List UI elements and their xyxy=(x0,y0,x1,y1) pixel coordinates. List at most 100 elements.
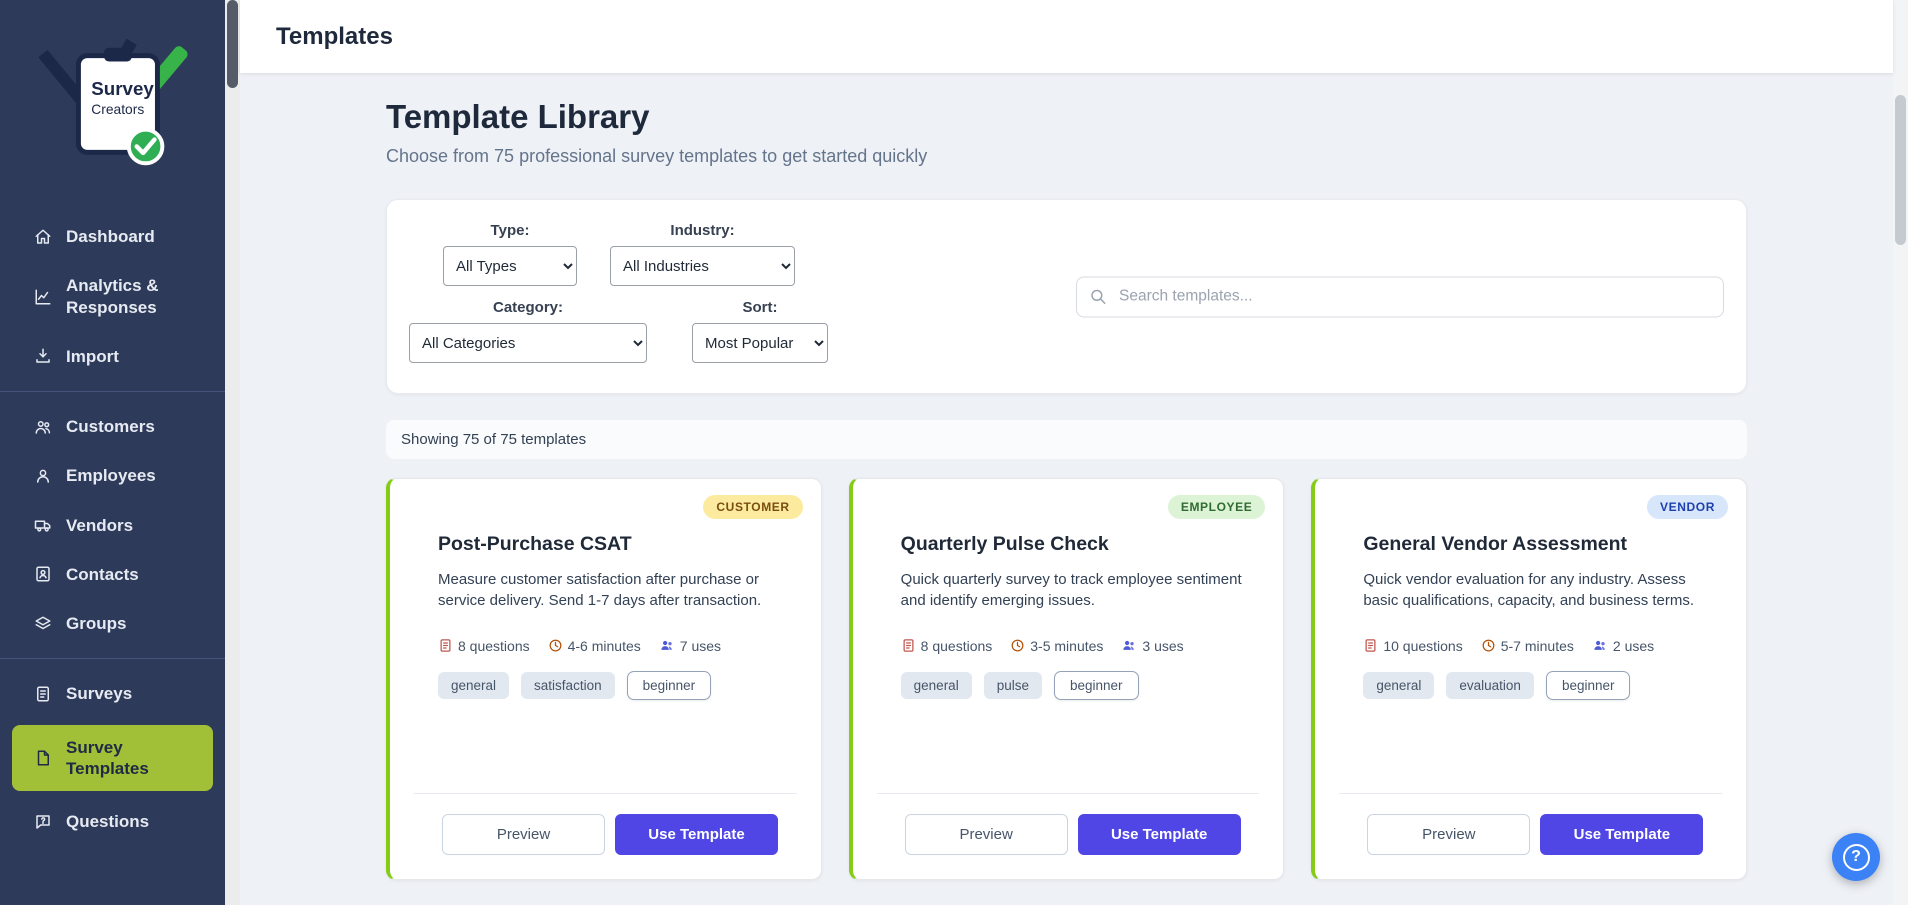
sort-select[interactable]: Most Popular xyxy=(692,323,828,363)
questions-icon xyxy=(438,638,453,653)
sidebar-item-survey-templates[interactable]: Survey Templates xyxy=(12,725,213,792)
uses-people-icon xyxy=(1121,638,1137,653)
search-input[interactable] xyxy=(1076,276,1724,317)
sidebar-item-label: Customers xyxy=(66,416,155,437)
questions-count: 8 questions xyxy=(921,638,993,654)
tag: evaluation xyxy=(1446,672,1534,699)
type-filter: Type: All Types xyxy=(443,222,577,286)
scrollbar-thumb[interactable] xyxy=(1895,95,1906,245)
sidebar-item-label: Surveys xyxy=(66,683,132,704)
uses-meta: 3 uses xyxy=(1121,638,1183,654)
use-template-button[interactable]: Use Template xyxy=(1078,814,1241,855)
import-icon xyxy=(34,347,52,365)
template-library-subtitle: Choose from 75 professional survey templ… xyxy=(386,145,1747,167)
tag: general xyxy=(1363,672,1434,699)
uses-people-icon xyxy=(659,638,675,653)
sidebar-item-analytics-responses[interactable]: Analytics & Responses xyxy=(0,261,225,332)
sidebar-scrollbar[interactable] xyxy=(225,0,240,905)
sidebar-item-label: Dashboard xyxy=(66,226,155,247)
sidebar-item-import[interactable]: Import xyxy=(0,332,225,381)
duration-meta: 4-6 minutes xyxy=(548,638,641,654)
app-window: Survey Creators Dashboard Analytics & Re… xyxy=(0,0,1908,905)
template-title: General Vendor Assessment xyxy=(1363,533,1720,556)
topbar: Templates xyxy=(240,0,1893,73)
sidebar-item-questions[interactable]: Questions xyxy=(0,797,225,846)
clock-icon xyxy=(548,638,563,653)
users-icon xyxy=(34,418,52,436)
search-box xyxy=(1076,276,1724,317)
sidebar-item-groups[interactable]: Groups xyxy=(0,599,225,648)
questions-count: 8 questions xyxy=(458,638,530,654)
contacts-icon xyxy=(34,565,52,583)
duration-value: 3-5 minutes xyxy=(1030,638,1103,654)
tag: general xyxy=(901,672,972,699)
template-card: EMPLOYEE Quarterly Pulse Check Quick qua… xyxy=(849,478,1285,880)
questions-count: 10 questions xyxy=(1383,638,1462,654)
tag: pulse xyxy=(984,672,1042,699)
clock-icon xyxy=(1481,638,1496,653)
duration-value: 5-7 minutes xyxy=(1501,638,1574,654)
sidebar-item-label: Questions xyxy=(66,811,149,832)
sidebar-item-employees[interactable]: Employees xyxy=(0,451,225,500)
sidebar-divider xyxy=(0,391,225,392)
category-select[interactable]: All Categories xyxy=(409,323,647,363)
industry-select[interactable]: All Industries xyxy=(610,246,795,286)
questions-icon xyxy=(1363,638,1378,653)
preview-button[interactable]: Preview xyxy=(442,814,605,855)
type-select[interactable]: All Types xyxy=(443,246,577,286)
results-summary: Showing 75 of 75 templates xyxy=(401,431,586,448)
main-area: Templates Template Library Choose from 7… xyxy=(240,0,1893,905)
uses-count: 2 uses xyxy=(1613,638,1654,654)
level-tag: beginner xyxy=(627,671,712,700)
questions-meta: 8 questions xyxy=(901,638,993,654)
questions-meta: 10 questions xyxy=(1363,638,1462,654)
sidebar-item-label: Vendors xyxy=(66,515,133,536)
template-card: CUSTOMER Post-Purchase CSAT Measure cust… xyxy=(386,478,822,880)
search-icon xyxy=(1089,288,1107,306)
uses-count: 7 uses xyxy=(680,638,721,654)
duration-value: 4-6 minutes xyxy=(568,638,641,654)
use-template-button[interactable]: Use Template xyxy=(615,814,778,855)
logo-text-line2: Creators xyxy=(91,101,144,117)
sidebar-item-label: Survey Templates xyxy=(66,737,174,780)
template-card: VENDOR General Vendor Assessment Quick v… xyxy=(1311,478,1747,880)
sidebar-item-label: Employees xyxy=(66,465,156,486)
preview-button[interactable]: Preview xyxy=(1367,814,1530,855)
category-filter: Category: All Categories xyxy=(409,299,647,363)
sidebar-item-label: Contacts xyxy=(66,564,139,585)
clipboard-list-icon xyxy=(34,685,52,703)
results-bar: Showing 75 of 75 templates xyxy=(386,420,1747,459)
sidebar-item-contacts[interactable]: Contacts xyxy=(0,550,225,599)
page-title: Templates xyxy=(276,23,393,51)
logo-text-line1: Survey xyxy=(91,78,154,99)
preview-button[interactable]: Preview xyxy=(905,814,1068,855)
scrollbar-thumb[interactable] xyxy=(227,0,238,88)
main-scrollbar[interactable] xyxy=(1893,0,1908,905)
card-type-badge: VENDOR xyxy=(1647,495,1728,519)
tag: satisfaction xyxy=(521,672,615,699)
app-logo: Survey Creators xyxy=(0,0,225,198)
sidebar-item-dashboard[interactable]: Dashboard xyxy=(0,212,225,261)
sidebar-item-label: Analytics & Responses xyxy=(66,275,174,318)
industry-filter-label: Industry: xyxy=(610,222,795,239)
template-description: Quick vendor evaluation for any industry… xyxy=(1363,569,1720,612)
truck-icon xyxy=(34,516,52,534)
template-title: Post-Purchase CSAT xyxy=(438,533,795,556)
duration-meta: 5-7 minutes xyxy=(1481,638,1574,654)
sidebar-item-customers[interactable]: Customers xyxy=(0,402,225,451)
sort-filter-label: Sort: xyxy=(692,299,828,316)
card-type-badge: CUSTOMER xyxy=(703,495,802,519)
filters-panel: Type: All Types Industry: All Industries xyxy=(386,199,1747,394)
use-template-button[interactable]: Use Template xyxy=(1540,814,1703,855)
template-title: Quarterly Pulse Check xyxy=(901,533,1258,556)
sidebar-item-surveys[interactable]: Surveys xyxy=(0,669,225,718)
uses-count: 3 uses xyxy=(1142,638,1183,654)
level-tag: beginner xyxy=(1546,671,1631,700)
sidebar-item-label: Import xyxy=(66,346,119,367)
sidebar-item-vendors[interactable]: Vendors xyxy=(0,501,225,550)
uses-people-icon xyxy=(1592,638,1608,653)
home-icon xyxy=(34,228,52,246)
help-button[interactable]: ? xyxy=(1832,833,1880,881)
industry-filter: Industry: All Industries xyxy=(610,222,795,286)
uses-meta: 2 uses xyxy=(1592,638,1654,654)
